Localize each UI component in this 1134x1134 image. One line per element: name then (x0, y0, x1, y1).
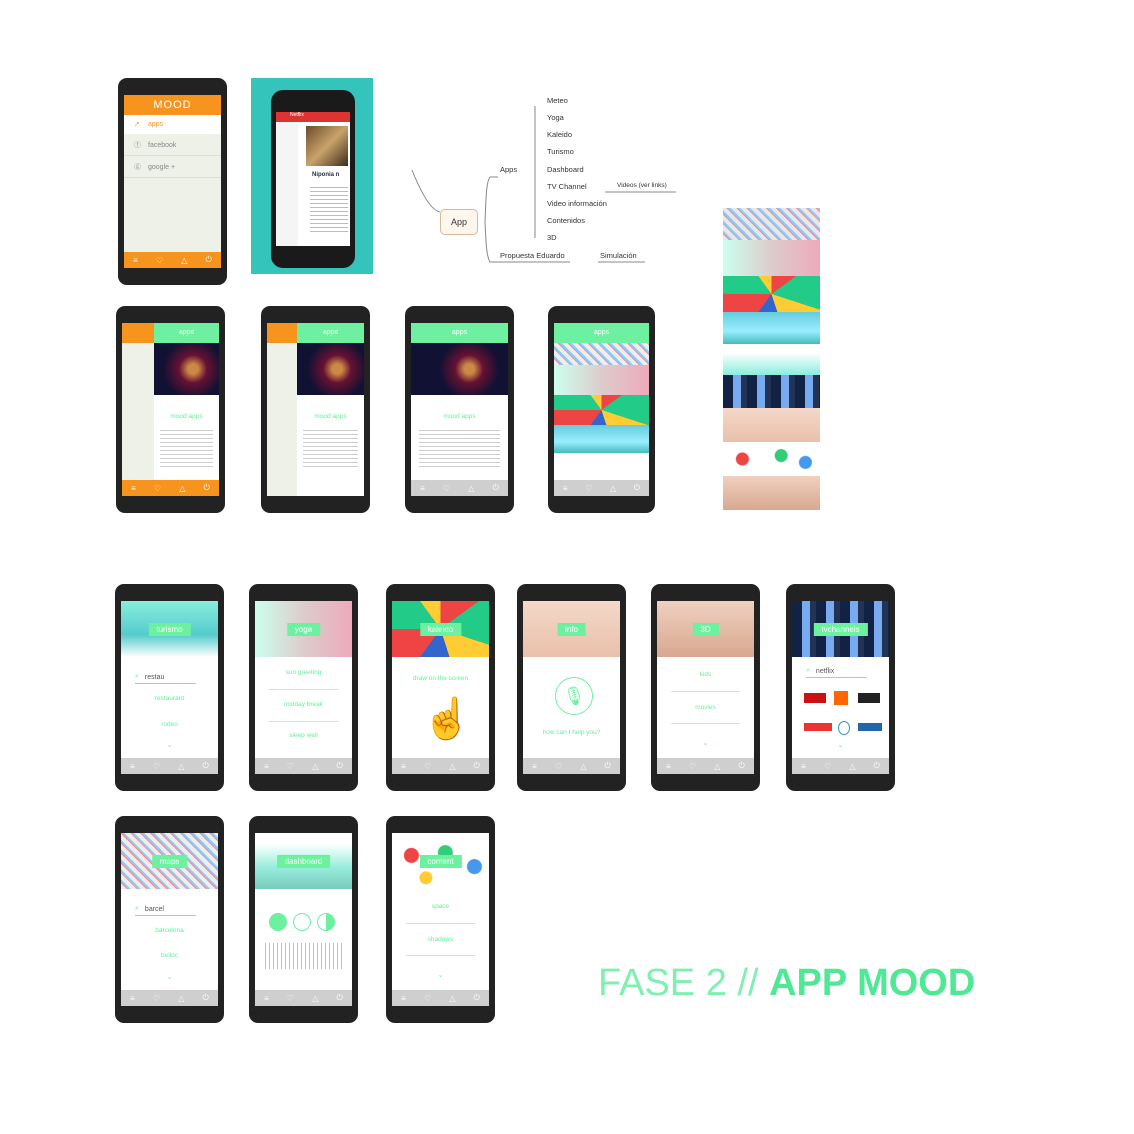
hint-text: draw on the screen (412, 675, 469, 682)
apps-header: apps (554, 323, 649, 343)
mindmap-child: Yoga (547, 113, 564, 122)
mindmap-child: Turismo (547, 147, 574, 156)
search-input[interactable]: ⌕ restau (135, 671, 196, 684)
mindmap-apps: Apps (500, 165, 518, 174)
channel-logo[interactable] (804, 723, 832, 731)
mindmap-proposal: Propuesta Eduardo (500, 251, 565, 260)
bottom-nav: ≡ ♡ △ ⏻ (121, 758, 218, 774)
mindmap-child: TV Channel (547, 182, 587, 191)
mindmap-lines (411, 106, 676, 263)
chevron-down-icon[interactable]: ⌄ (392, 971, 489, 979)
kaleido-phone: kaleido draw on the screen ☝ ≡ ♡ △ ⏻ (386, 584, 495, 791)
3d-phone: 3D kids movies ⌄ ≡ ♡ △ ⏻ (651, 584, 760, 791)
chevron-down-icon[interactable]: ⌄ (121, 741, 218, 749)
apps-subtitle: mood apps (443, 413, 476, 420)
mindmap-child: Meteo (547, 96, 568, 105)
bottom-nav: ≡ ♡ △ ⏻ (523, 758, 620, 774)
list-item[interactable]: barcelona (121, 927, 218, 934)
list-item[interactable]: rodeo (121, 721, 218, 728)
list-item[interactable]: space (392, 903, 489, 910)
search-input[interactable]: ⌕ barcel (135, 903, 196, 916)
screen-label: kaleido (419, 623, 462, 636)
apps-header: apps (411, 323, 508, 343)
maps-phone: maps ⌕ barcel barcelona belloc ⌄ ≡ ♡ △ ⏻ (115, 816, 224, 1023)
bottom-nav: ≡ ♡ △ ⏻ (121, 990, 218, 1006)
mindmap-child: Dashboard (547, 165, 584, 174)
channel-logo[interactable] (838, 721, 850, 735)
bottom-nav: ≡ ♡ △ ⏻ (122, 480, 219, 496)
bottom-nav: ≡ ♡ △ ⏻ (554, 480, 649, 496)
screen-label: dashboard (276, 855, 331, 868)
mindmap-child: Kaleido (547, 130, 573, 139)
hand-gesture-icon: ☝ (422, 697, 472, 741)
channel-logo[interactable] (858, 723, 882, 731)
bottom-nav: ≡ ♡ △ ⏻ (255, 990, 352, 1006)
screen-label: tvchannels (813, 623, 868, 636)
bottom-nav: ≡ ♡ △ ⏻ (792, 758, 889, 774)
list-item[interactable]: kids (657, 671, 754, 678)
search-icon: ⌕ (135, 905, 139, 912)
list-item[interactable]: sun greeting (255, 669, 352, 676)
mindmap-tv-child: Videos (ver links) (617, 182, 667, 189)
screen-label: info (557, 623, 586, 636)
mindmap-child: Contenidos (547, 216, 585, 225)
bottom-nav: ≡ ♡ △ ⏻ (392, 990, 489, 1006)
hint-text: how can I help you? (542, 729, 601, 736)
list-item[interactable]: shadows (392, 936, 489, 943)
mindmap-child: 3D (547, 233, 557, 242)
bottom-nav: ≡ ♡ △ ⏻ (255, 758, 352, 774)
mindmap-root[interactable]: App (440, 209, 478, 235)
bottom-nav: ≡ ♡ △ ⏻ (392, 758, 489, 774)
dashboard-phone: dashboard ≡ ♡ △ ⏻ (249, 816, 358, 1023)
apps-subtitle: mood apps (314, 413, 347, 420)
screen-label: content (419, 855, 462, 868)
screen-label: maps (151, 855, 188, 868)
tv-phone: tvchannels ⌕ netflix ⌄ ≡ ♡ △ ⏻ (786, 584, 895, 791)
screen-label: 3D (692, 623, 719, 636)
chevron-down-icon[interactable]: ⌄ (792, 741, 889, 749)
content-phone: content space shadows ⌄ ≡ ♡ △ ⏻ (386, 816, 495, 1023)
list-item[interactable]: belloc (121, 952, 218, 959)
search-input[interactable]: ⌕ netflix (806, 665, 867, 678)
bar-chart (265, 943, 344, 969)
microphone-icon[interactable]: 🎙 (555, 677, 593, 715)
bottom-nav: ≡ ♡ △ ⏻ (411, 480, 508, 496)
channel-logo[interactable] (804, 693, 826, 703)
apps-header: apps (154, 323, 219, 343)
mindmap-child: Video información (547, 199, 607, 208)
gauge-empty (293, 913, 311, 931)
apps-phone-4: apps ≡ ♡ △ ⏻ (548, 306, 655, 513)
apps-header: apps (297, 323, 364, 343)
apps-phone-1: apps mood apps ≡ ♡ △ ⏻ (116, 306, 225, 513)
chevron-down-icon[interactable]: ⌄ (657, 739, 754, 747)
screen-label: turismo (148, 623, 191, 636)
channel-logo[interactable] (858, 693, 880, 703)
search-icon: ⌕ (806, 667, 810, 674)
yoga-phone: yoga sun greeting midday break sleep wel… (249, 584, 358, 791)
image-strip (723, 208, 820, 510)
turismo-phone: turismo ⌕ restau restaurant rodeo ⌄ ≡ ♡ △ ⏻ (115, 584, 224, 791)
info-phone: info 🎙 how can I help you? ≡ ♡ △ ⏻ (517, 584, 626, 791)
screen-label: yoga (286, 623, 321, 636)
bottom-nav: ≡ ♡ △ ⏻ (657, 758, 754, 774)
list-item[interactable]: restaurant (121, 695, 218, 702)
chevron-down-icon[interactable]: ⌄ (121, 973, 218, 981)
gauge-half (317, 913, 335, 931)
apps-subtitle: mood apps (170, 413, 203, 420)
list-item[interactable]: midday break (255, 701, 352, 708)
channel-logo[interactable] (834, 691, 848, 705)
apps-phone-3: apps mood apps ≡ ♡ △ ⏻ (405, 306, 514, 513)
apps-phone-2: apps mood apps (261, 306, 370, 513)
gauge-full (269, 913, 287, 931)
list-item[interactable]: sleep well (255, 732, 352, 739)
search-icon: ⌕ (135, 673, 139, 680)
mindmap-proposal-child: Simulación (600, 251, 637, 260)
list-item[interactable]: movies (657, 704, 754, 711)
page-title: FASE 2 // APP MOOD (598, 962, 976, 1004)
